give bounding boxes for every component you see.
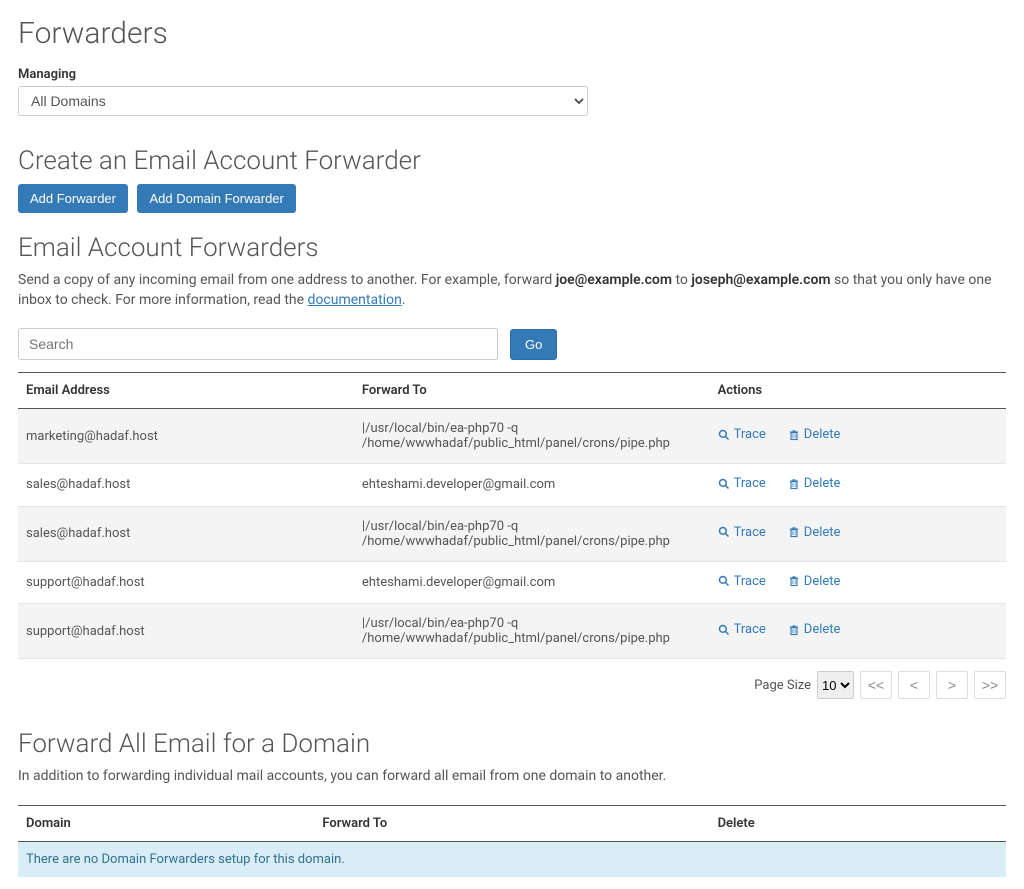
cell-actions: Trace Delete (710, 409, 1006, 464)
trace-action[interactable]: Trace (718, 622, 766, 637)
cell-actions: Trace Delete (710, 561, 1006, 604)
delete-action[interactable]: Delete (788, 574, 841, 589)
managing-select[interactable]: All Domains (18, 86, 588, 116)
trace-action[interactable]: Trace (718, 427, 766, 442)
th-domain-delete: Delete (710, 805, 1006, 841)
domain-empty-message: There are no Domain Forwarders setup for… (18, 841, 1006, 877)
trash-icon (788, 478, 800, 490)
pager-prev-button[interactable]: < (898, 671, 930, 699)
th-actions: Actions (710, 373, 1006, 409)
magnifier-icon (718, 429, 730, 441)
delete-action[interactable]: Delete (788, 476, 841, 491)
table-row: support@hadaf.host|/usr/local/bin/ea-php… (18, 604, 1006, 659)
cell-email: marketing@hadaf.host (18, 409, 354, 464)
th-domain: Domain (18, 805, 314, 841)
table-row: sales@hadaf.hostehteshami.developer@gmai… (18, 464, 1006, 507)
domain-forward-title: Forward All Email for a Domain (18, 729, 1006, 759)
cell-actions: Trace Delete (710, 604, 1006, 659)
pagination: Page Size 10 << < > >> (18, 671, 1006, 699)
magnifier-icon (718, 624, 730, 636)
magnifier-icon (718, 526, 730, 538)
search-go-button[interactable]: Go (510, 329, 557, 360)
cell-actions: Trace Delete (710, 506, 1006, 561)
add-domain-forwarder-button[interactable]: Add Domain Forwarder (137, 184, 295, 213)
trace-action[interactable]: Trace (718, 525, 766, 540)
th-email: Email Address (18, 373, 354, 409)
trace-action[interactable]: Trace (718, 574, 766, 589)
delete-action[interactable]: Delete (788, 525, 841, 540)
domain-empty-row: There are no Domain Forwarders setup for… (18, 841, 1006, 877)
trash-icon (788, 526, 800, 538)
table-row: support@hadaf.hostehteshami.developer@gm… (18, 561, 1006, 604)
cell-forward-to: ehteshami.developer@gmail.com (354, 464, 710, 507)
page-title: Forwarders (18, 16, 1006, 51)
search-input[interactable] (18, 328, 498, 360)
managing-label: Managing (18, 67, 1006, 82)
forwarders-table: Email Address Forward To Actions marketi… (18, 372, 1006, 659)
cell-forward-to: |/usr/local/bin/ea-php70 -q /home/wwwhad… (354, 506, 710, 561)
create-forwarder-title: Create an Email Account Forwarder (18, 146, 1006, 176)
email-forwarders-title: Email Account Forwarders (18, 233, 1006, 263)
magnifier-icon (718, 575, 730, 587)
trash-icon (788, 429, 800, 441)
trash-icon (788, 624, 800, 636)
domain-forwarders-table: Domain Forward To Delete There are no Do… (18, 805, 1006, 877)
add-forwarder-button[interactable]: Add Forwarder (18, 184, 128, 213)
cell-actions: Trace Delete (710, 464, 1006, 507)
cell-forward-to: |/usr/local/bin/ea-php70 -q /home/wwwhad… (354, 604, 710, 659)
th-domain-forward-to: Forward To (314, 805, 709, 841)
cell-email: support@hadaf.host (18, 604, 354, 659)
cell-forward-to: ehteshami.developer@gmail.com (354, 561, 710, 604)
table-row: marketing@hadaf.host|/usr/local/bin/ea-p… (18, 409, 1006, 464)
page-size-select[interactable]: 10 (817, 671, 854, 699)
cell-email: support@hadaf.host (18, 561, 354, 604)
page-size-label: Page Size (754, 678, 811, 693)
table-row: sales@hadaf.host|/usr/local/bin/ea-php70… (18, 506, 1006, 561)
magnifier-icon (718, 478, 730, 490)
email-forwarders-description: Send a copy of any incoming email from o… (18, 271, 1006, 310)
trace-action[interactable]: Trace (718, 476, 766, 491)
delete-action[interactable]: Delete (788, 427, 841, 442)
th-forward-to: Forward To (354, 373, 710, 409)
delete-action[interactable]: Delete (788, 622, 841, 637)
pager-last-button[interactable]: >> (974, 671, 1006, 699)
domain-forward-description: In addition to forwarding individual mai… (18, 767, 1006, 787)
cell-forward-to: |/usr/local/bin/ea-php70 -q /home/wwwhad… (354, 409, 710, 464)
trash-icon (788, 575, 800, 587)
cell-email: sales@hadaf.host (18, 464, 354, 507)
documentation-link[interactable]: documentation (308, 292, 402, 308)
pager-first-button[interactable]: << (860, 671, 892, 699)
pager-next-button[interactable]: > (936, 671, 968, 699)
cell-email: sales@hadaf.host (18, 506, 354, 561)
